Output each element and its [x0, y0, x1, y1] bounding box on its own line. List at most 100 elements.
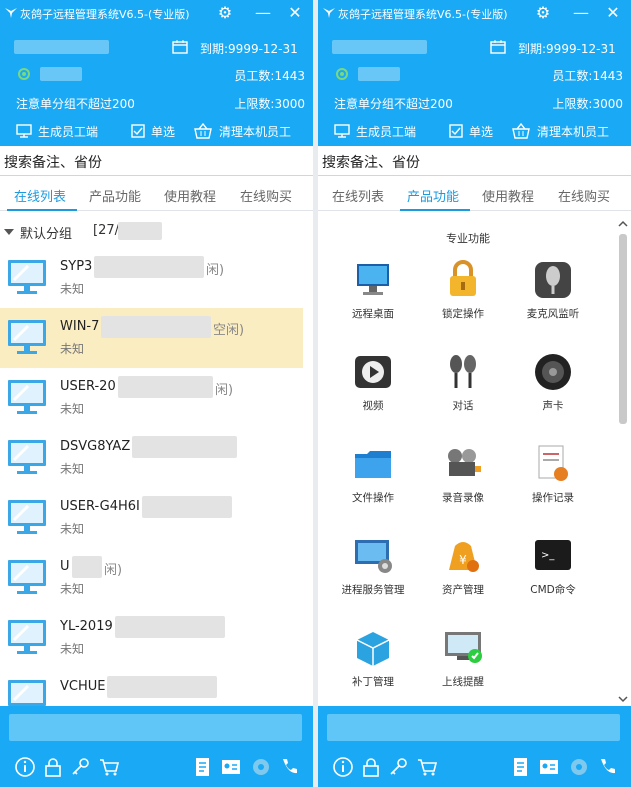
close-button[interactable]: ✕: [282, 2, 308, 24]
generate-client-button[interactable]: 生成员工端: [16, 122, 98, 140]
device-row[interactable]: WIN-7 未知 空闲): [0, 308, 303, 368]
feature-speaker[interactable]: 声卡: [508, 350, 598, 430]
checkbox-icon: [131, 124, 145, 138]
device-row[interactable]: YL-2019 未知: [0, 608, 303, 668]
expire-date: 到期:9999-12-31: [518, 42, 616, 56]
key-icon[interactable]: [388, 756, 410, 778]
device-row[interactable]: SYP3 未知 闲): [0, 248, 303, 308]
recorder-icon: [448, 449, 481, 476]
tab-tutorial[interactable]: 使用教程: [482, 186, 534, 211]
scroll-down-icon[interactable]: [617, 693, 629, 705]
patch-icon: [356, 632, 390, 666]
tab-online-list[interactable]: 在线列表: [14, 186, 66, 211]
lock-icon: [450, 260, 476, 296]
minimize-button[interactable]: —: [250, 2, 276, 24]
video-icon: [355, 356, 391, 388]
device-row[interactable]: USER-G4H6I 未知: [0, 488, 303, 548]
feature-recorder[interactable]: 录音录像: [418, 442, 508, 522]
tab-buy-online[interactable]: 在线购买: [240, 186, 292, 211]
single-select-button[interactable]: 单选: [449, 122, 493, 140]
feature-video[interactable]: 视频: [328, 350, 418, 430]
device-status: 未知: [60, 462, 85, 476]
features-scrollbar[interactable]: [617, 218, 629, 705]
checkbox-icon: [449, 124, 463, 138]
document-icon[interactable]: [510, 756, 532, 778]
scroll-thumb[interactable]: [619, 234, 627, 424]
info-icon[interactable]: [332, 756, 354, 778]
group-note: 注意单分组不超过200: [16, 97, 135, 111]
svg-text:>_: >_: [541, 550, 555, 561]
cart-icon[interactable]: [416, 756, 438, 778]
feature-label: 视频: [362, 400, 384, 412]
clean-employees-button[interactable]: 清理本机员工: [193, 122, 291, 140]
list-scrollbar[interactable]: [303, 215, 313, 705]
dove-logo-icon: [323, 8, 335, 18]
feature-lock[interactable]: 锁定操作: [418, 258, 508, 338]
device-name: SYP3: [60, 259, 93, 274]
info-icon[interactable]: [14, 756, 36, 778]
feature-process[interactable]: 进程服务管理: [328, 534, 418, 614]
gear-shield-icon[interactable]: [568, 756, 590, 778]
feature-label: 资产管理: [442, 584, 484, 596]
tab-tutorial[interactable]: 使用教程: [164, 186, 216, 211]
gear-shield-icon[interactable]: [250, 756, 272, 778]
search-placeholder: 搜索备注、省份: [4, 155, 102, 171]
tab-bar: 在线列表 产品功能 使用教程 在线购买: [318, 181, 631, 211]
device-row[interactable]: USER-20 未知 闲): [0, 368, 303, 428]
lock-icon[interactable]: [42, 756, 64, 778]
document-icon[interactable]: [192, 756, 214, 778]
settings-icon[interactable]: ⚙: [530, 2, 556, 24]
minimize-button[interactable]: —: [568, 2, 594, 24]
device-row[interactable]: U 未知 闲): [0, 548, 303, 608]
feature-microphone[interactable]: 麦克风监听: [508, 258, 598, 338]
device-status: 未知: [60, 642, 85, 656]
single-select-button[interactable]: 单选: [131, 122, 175, 140]
id-card-icon[interactable]: [538, 756, 560, 778]
feature-chat-mic[interactable]: 对话: [418, 350, 508, 430]
redacted-device-info: [118, 376, 213, 398]
close-button[interactable]: ✕: [600, 2, 626, 24]
phone-icon[interactable]: [596, 756, 618, 778]
device-name: U: [60, 559, 70, 574]
generate-client-button[interactable]: 生成员工端: [334, 122, 416, 140]
phone-icon[interactable]: [278, 756, 300, 778]
key-icon[interactable]: [70, 756, 92, 778]
search-input[interactable]: 搜索备注、省份: [318, 146, 631, 176]
feature-cmd[interactable]: >_ CMD命令: [508, 534, 598, 614]
tab-product-features[interactable]: 产品功能: [407, 186, 459, 211]
tab-product-features[interactable]: 产品功能: [89, 186, 141, 211]
clean-employees-button[interactable]: 清理本机员工: [511, 122, 609, 140]
settings-icon[interactable]: ⚙: [212, 2, 238, 24]
dove-logo-icon: [5, 8, 17, 18]
device-row[interactable]: DSVG8YAZ 未知: [0, 428, 303, 488]
message-input[interactable]: [327, 714, 620, 741]
id-card-icon[interactable]: [220, 756, 242, 778]
device-idle-suffix: 闲): [206, 263, 225, 278]
redacted-device-info: [142, 496, 232, 518]
remote-desktop-icon: [357, 264, 389, 295]
tab-online-list[interactable]: 在线列表: [332, 186, 384, 211]
search-input[interactable]: 搜索备注、省份: [0, 146, 313, 176]
expand-triangle-icon: [4, 229, 14, 235]
bottom-toolbar: [318, 748, 631, 787]
group-header[interactable]: 默认分组 [27/: [0, 220, 313, 244]
message-input[interactable]: [9, 714, 302, 741]
feature-remote-desktop[interactable]: 远程桌面: [328, 258, 418, 338]
feature-online-alert[interactable]: 上线提醒: [418, 626, 508, 706]
single-select-label: 单选: [469, 124, 494, 139]
feature-folder[interactable]: 文件操作: [328, 442, 418, 522]
cart-icon[interactable]: [98, 756, 120, 778]
device-idle-suffix: 闲): [104, 563, 123, 578]
window-title: 灰鸽子远程管理系统V6.5-(专业版): [20, 8, 190, 21]
feature-log[interactable]: 操作记录: [508, 442, 598, 522]
feature-patch[interactable]: 补丁管理: [328, 626, 418, 706]
scroll-up-icon[interactable]: [617, 218, 629, 230]
computer-icon: [8, 500, 46, 534]
redacted-user: [40, 67, 82, 81]
feature-assets[interactable]: ¥ 资产管理: [418, 534, 508, 614]
device-status: 未知: [60, 342, 85, 356]
lock-icon[interactable]: [360, 756, 382, 778]
tab-buy-online[interactable]: 在线购买: [558, 186, 610, 211]
basket-icon: [512, 123, 530, 139]
computer-icon: [8, 320, 46, 354]
